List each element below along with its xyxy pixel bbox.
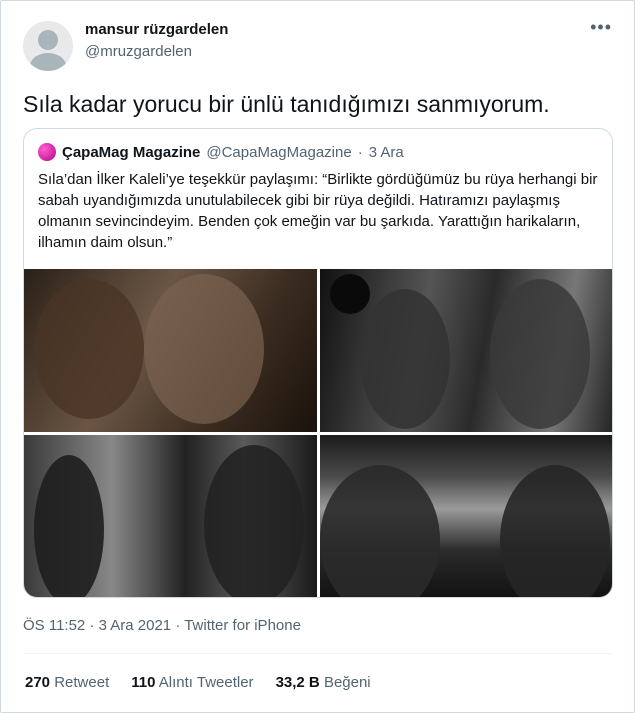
avatar-body-shape bbox=[30, 53, 66, 71]
quoted-avatar[interactable] bbox=[38, 143, 56, 161]
quoted-date[interactable]: 3 Ara bbox=[369, 144, 404, 161]
photo-2[interactable] bbox=[320, 269, 612, 432]
quoted-author-name[interactable]: ÇapaMag Magazine bbox=[62, 144, 200, 161]
avatar[interactable] bbox=[23, 21, 73, 71]
quoted-author-handle[interactable]: @CapaMagMagazine bbox=[206, 144, 351, 161]
quoted-separator: · bbox=[357, 143, 363, 161]
tweet-text: Sıla kadar yorucu bir ünlü tanıdığımızı … bbox=[23, 91, 550, 117]
likes-label: Beğeni bbox=[323, 674, 371, 691]
likes-stat[interactable]: 33,2 B Beğeni bbox=[276, 674, 371, 691]
quotes-stat[interactable]: 110 Alıntı Tweetler bbox=[131, 674, 253, 691]
engagement-stats: 270 Retweet 110 Alıntı Tweetler 33,2 B B… bbox=[25, 674, 371, 691]
more-options-icon[interactable]: ••• bbox=[590, 17, 612, 38]
author-name[interactable]: mansur rüzgardelen bbox=[85, 21, 228, 38]
quotes-count: 110 bbox=[131, 674, 156, 691]
retweets-count: 270 bbox=[25, 674, 51, 691]
photo-3[interactable] bbox=[24, 435, 317, 597]
tweet-meta[interactable]: ÖS 11:52 · 3 Ara 2021 · Twitter for iPho… bbox=[23, 617, 301, 634]
retweets-label: Retweet bbox=[54, 674, 110, 691]
photo-shape bbox=[500, 465, 610, 597]
photo-shape bbox=[34, 455, 104, 597]
likes-count: 33,2 B bbox=[275, 674, 320, 691]
quoted-tweet-header: ÇapaMag Magazine @CapaMagMagazine · 3 Ar… bbox=[38, 143, 404, 161]
photo-shape bbox=[330, 274, 370, 314]
quotes-label: Alıntı Tweetler bbox=[158, 674, 254, 691]
photo-shape bbox=[34, 279, 144, 419]
photo-shape bbox=[320, 465, 440, 597]
avatar-head-shape bbox=[38, 30, 58, 50]
media-grid bbox=[24, 269, 612, 597]
photo-4[interactable] bbox=[320, 435, 612, 597]
tweet-card: mansur rüzgardelen @mruzgardelen ••• Sıl… bbox=[0, 0, 635, 713]
quoted-tweet[interactable]: ÇapaMag Magazine @CapaMagMagazine · 3 Ar… bbox=[23, 128, 613, 598]
quoted-tweet-text: Sıla’dan İlker Kaleli’ye teşekkür paylaş… bbox=[38, 171, 598, 251]
photo-shape bbox=[144, 274, 264, 424]
photo-shape bbox=[204, 445, 304, 597]
photo-shape bbox=[360, 289, 450, 429]
author-handle[interactable]: @mruzgardelen bbox=[85, 43, 192, 60]
photo-1[interactable] bbox=[24, 269, 317, 432]
photo-shape bbox=[490, 279, 590, 429]
retweets-stat[interactable]: 270 Retweet bbox=[25, 674, 109, 691]
divider bbox=[23, 653, 613, 654]
